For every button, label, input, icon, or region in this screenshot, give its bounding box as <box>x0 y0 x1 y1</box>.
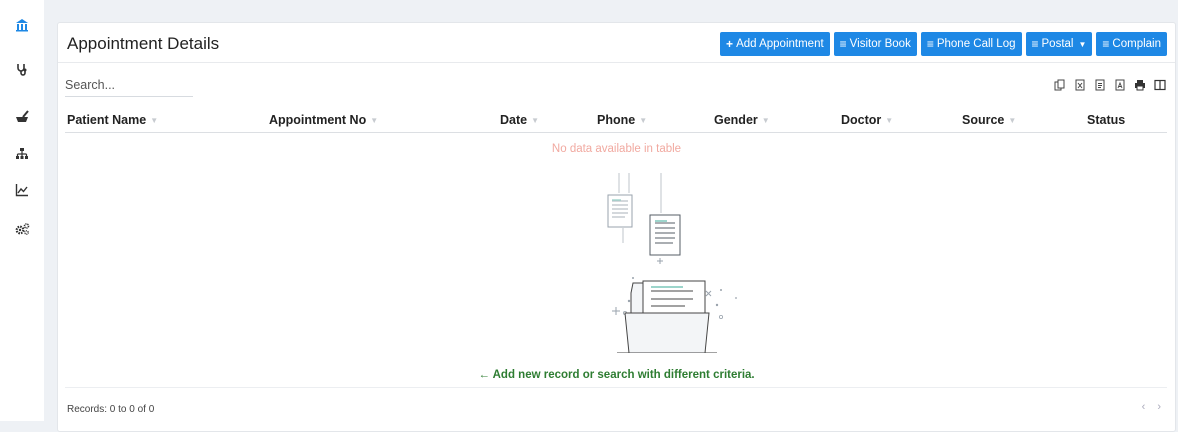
copy-icon <box>1054 79 1065 91</box>
arrow-left-icon: ← <box>478 369 490 381</box>
phone-call-log-label: Phone Call Log <box>936 38 1016 50</box>
visitor-book-button[interactable]: ≡ Visitor Book <box>833 32 917 56</box>
complain-button[interactable]: ≡ Complain <box>1096 32 1167 56</box>
sort-icon: ▼ <box>885 116 894 125</box>
sort-icon: ▼ <box>531 116 540 125</box>
sort-icon: ▼ <box>761 116 770 125</box>
excel-icon <box>1075 79 1085 91</box>
page-title: Appointment Details <box>67 34 220 53</box>
stethoscope-icon <box>17 64 27 76</box>
sidebar-item-pharmacy[interactable] <box>0 103 44 131</box>
sidebar-item-settings[interactable] <box>0 215 44 243</box>
postal-label: Postal <box>1041 38 1074 50</box>
mortar-pestle-icon <box>16 110 29 122</box>
bars-icon: ≡ <box>839 37 847 51</box>
sidebar-item-departments[interactable] <box>0 140 44 168</box>
sitemap-icon <box>16 148 28 159</box>
search-box <box>65 76 193 97</box>
sidebar-item-opd[interactable] <box>0 55 44 83</box>
sort-icon: ▼ <box>370 116 379 125</box>
column-header-status[interactable]: Status <box>1087 113 1125 127</box>
complain-label: Complain <box>1112 38 1161 50</box>
empty-folder-illustration <box>607 173 737 353</box>
bars-icon: ≡ <box>926 37 934 51</box>
search-input[interactable] <box>65 76 185 94</box>
footer-divider <box>65 387 1167 388</box>
previous-page-icon[interactable]: ‹ <box>1142 401 1146 413</box>
sort-icon: ▼ <box>639 116 648 125</box>
empty-state-hint[interactable]: ← Add new record or search with differen… <box>58 369 1175 381</box>
table-header: Patient Name ▼ Appointment No ▼ Date ▼ Phon… <box>65 110 1167 133</box>
table-export-toolbar <box>1053 78 1167 92</box>
caret-down-icon: ▼ <box>1078 39 1087 49</box>
bars-icon: ≡ <box>1102 37 1110 51</box>
add-appointment-label: Add Appointment <box>736 38 824 50</box>
sidebar-item-front-office[interactable] <box>0 11 44 39</box>
line-chart-icon <box>15 184 28 197</box>
pagination: ‹ › <box>1142 401 1161 413</box>
sidebar-item-reports[interactable] <box>0 176 44 204</box>
print-button[interactable] <box>1133 78 1147 92</box>
csv-button[interactable] <box>1093 78 1107 92</box>
records-count: Records: 0 to 0 of 0 <box>67 404 155 415</box>
bars-icon: ≡ <box>1031 37 1039 51</box>
excel-button[interactable] <box>1073 78 1087 92</box>
column-header-gender[interactable]: Gender ▼ <box>714 113 770 127</box>
pdf-icon <box>1115 79 1125 91</box>
appointment-card: Appointment Details + Add Appointment ≡ … <box>57 22 1176 432</box>
column-header-phone[interactable]: Phone ▼ <box>597 113 647 127</box>
plus-icon: + <box>726 37 734 51</box>
sidebar <box>0 0 44 421</box>
phone-call-log-button[interactable]: ≡ Phone Call Log <box>920 32 1022 56</box>
copy-button[interactable] <box>1053 78 1067 92</box>
visitor-book-label: Visitor Book <box>849 38 911 50</box>
column-header-doctor[interactable]: Doctor ▼ <box>841 113 893 127</box>
pdf-button[interactable] <box>1113 78 1127 92</box>
card-header: Appointment Details + Add Appointment ≡ … <box>58 23 1175 63</box>
cogs-icon <box>15 223 29 235</box>
header-button-group: + Add Appointment ≡ Visitor Book ≡ Phone… <box>720 32 1167 56</box>
columns-icon <box>1154 79 1166 91</box>
column-header-appointment-no[interactable]: Appointment No ▼ <box>269 113 378 127</box>
sort-icon: ▼ <box>1008 116 1017 125</box>
building-icon <box>16 19 28 32</box>
columns-button[interactable] <box>1153 78 1167 92</box>
empty-table-message: No data available in table <box>551 143 682 155</box>
hint-text: Add new record or search with different … <box>492 369 755 381</box>
next-page-icon[interactable]: › <box>1157 401 1161 413</box>
file-text-icon <box>1095 79 1105 91</box>
postal-dropdown-button[interactable]: ≡ Postal ▼ <box>1025 32 1093 56</box>
print-icon <box>1135 80 1145 91</box>
column-header-patient-name[interactable]: Patient Name ▼ <box>67 113 158 127</box>
column-header-source[interactable]: Source ▼ <box>962 113 1016 127</box>
add-appointment-button[interactable]: + Add Appointment <box>720 32 830 56</box>
column-header-date[interactable]: Date ▼ <box>500 113 539 127</box>
sort-icon: ▼ <box>150 116 159 125</box>
